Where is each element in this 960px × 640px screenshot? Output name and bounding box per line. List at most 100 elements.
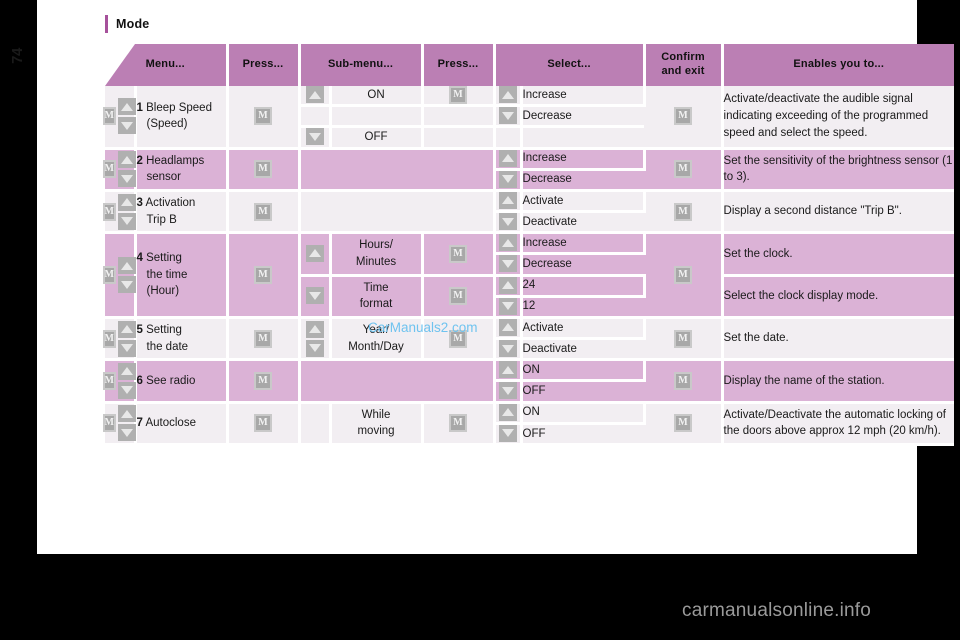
- press-button-row-1[interactable]: M: [227, 86, 301, 150]
- press-button-row-5[interactable]: M: [227, 317, 301, 362]
- arrow-up-icon[interactable]: [117, 193, 136, 211]
- select-arrow-row-1-increase[interactable]: [494, 86, 523, 108]
- press-button-row-6[interactable]: M: [227, 359, 301, 404]
- m-button-icon[interactable]: M: [102, 329, 116, 348]
- confirm-button-row-2[interactable]: M: [644, 148, 724, 192]
- arrow-down-icon[interactable]: [498, 107, 517, 125]
- submenu-arrows-row-5[interactable]: [299, 317, 332, 362]
- arrow-up-icon[interactable]: [498, 403, 517, 421]
- press-button-row-7-sub[interactable]: M: [422, 402, 496, 446]
- select-arrow-row-4-increase[interactable]: [494, 232, 523, 256]
- confirm-button-row-4[interactable]: M: [644, 232, 724, 319]
- m-button-icon[interactable]: M: [449, 86, 468, 105]
- arrow-down-icon[interactable]: [305, 287, 324, 305]
- m-button-icon[interactable]: M: [102, 266, 116, 285]
- confirm-button-row-3[interactable]: M: [644, 190, 724, 235]
- menu-control-row-5[interactable]: M: [102, 317, 137, 362]
- arrow-up-icon[interactable]: [498, 361, 517, 379]
- menu-control-row-2[interactable]: M: [102, 148, 137, 192]
- updown-arrows-icon[interactable]: [117, 257, 136, 294]
- confirm-button-row-5[interactable]: M: [644, 317, 724, 362]
- updown-arrows-icon[interactable]: [117, 151, 136, 188]
- updown-arrows-icon[interactable]: [117, 362, 136, 399]
- m-button-icon[interactable]: M: [449, 287, 468, 306]
- select-arrow-row-3-activate[interactable]: [494, 190, 523, 214]
- arrow-up-icon[interactable]: [498, 318, 517, 336]
- select-arrow-row-5-activate[interactable]: [494, 317, 523, 341]
- arrow-up-icon[interactable]: [305, 320, 324, 338]
- m-button-icon[interactable]: M: [254, 160, 273, 179]
- m-button-icon[interactable]: M: [674, 160, 693, 179]
- confirm-button-row-6[interactable]: M: [644, 359, 724, 404]
- arrow-down-icon[interactable]: [117, 276, 136, 294]
- arrow-down-icon[interactable]: [498, 297, 517, 315]
- arrow-up-icon[interactable]: [117, 98, 136, 116]
- menu-control-row-6[interactable]: M: [102, 359, 137, 404]
- arrow-down-icon[interactable]: [117, 170, 136, 188]
- select-arrow-row-7-on[interactable]: [494, 402, 523, 425]
- m-button-icon[interactable]: M: [449, 414, 468, 433]
- select-arrow-row-2-decrease[interactable]: [494, 169, 523, 192]
- arrow-up-icon[interactable]: [498, 86, 517, 103]
- arrow-down-icon[interactable]: [498, 255, 517, 273]
- select-arrow-row-7-off[interactable]: [494, 423, 523, 446]
- menu-control-row-4[interactable]: M: [102, 232, 137, 319]
- arrow-up-icon[interactable]: [498, 191, 517, 209]
- m-button-icon[interactable]: M: [254, 329, 273, 348]
- updown-arrows-icon[interactable]: [117, 405, 136, 442]
- press-button-row-4-hours[interactable]: M: [422, 232, 496, 277]
- m-button-icon[interactable]: M: [102, 160, 116, 179]
- arrow-up-icon[interactable]: [117, 320, 136, 338]
- press-button-row-5-sub[interactable]: M: [422, 317, 496, 362]
- confirm-button-row-1[interactable]: M: [644, 86, 724, 150]
- updown-arrows-icon[interactable]: [117, 320, 136, 357]
- m-button-icon[interactable]: M: [674, 266, 693, 285]
- menu-control-row-1[interactable]: M: [102, 86, 137, 150]
- arrow-up-icon[interactable]: [117, 362, 136, 380]
- arrow-up-icon[interactable]: [117, 257, 136, 275]
- press-button-row-3[interactable]: M: [227, 190, 301, 235]
- press-button-row-2[interactable]: M: [227, 148, 301, 192]
- m-button-icon[interactable]: M: [254, 202, 273, 221]
- updown-arrows-icon[interactable]: [305, 320, 324, 357]
- select-arrow-row-4-decrease[interactable]: [494, 253, 523, 277]
- arrow-up-icon[interactable]: [498, 234, 517, 252]
- m-button-icon[interactable]: M: [102, 202, 116, 221]
- select-arrow-row-6-on[interactable]: [494, 359, 523, 383]
- arrow-up-icon[interactable]: [305, 86, 324, 103]
- press-button-row-1-on[interactable]: M: [422, 86, 496, 108]
- m-button-icon[interactable]: M: [449, 244, 468, 263]
- m-button-icon[interactable]: M: [102, 414, 116, 433]
- arrow-down-icon[interactable]: [117, 212, 136, 230]
- updown-arrows-icon[interactable]: [117, 193, 136, 230]
- select-arrow-row-4-12[interactable]: [494, 296, 523, 319]
- confirm-button-row-7[interactable]: M: [644, 402, 724, 446]
- arrow-down-icon[interactable]: [117, 117, 136, 135]
- submenu-arrow-row-1-on[interactable]: [299, 86, 332, 108]
- arrow-down-icon[interactable]: [498, 424, 517, 442]
- m-button-icon[interactable]: M: [254, 414, 273, 433]
- arrow-down-icon[interactable]: [305, 128, 324, 146]
- arrow-up-icon[interactable]: [117, 151, 136, 169]
- press-button-row-4[interactable]: M: [227, 232, 301, 319]
- menu-control-row-3[interactable]: M: [102, 190, 137, 235]
- m-button-icon[interactable]: M: [102, 371, 116, 390]
- submenu-arrow-row-4-hours[interactable]: [299, 232, 332, 277]
- arrow-down-icon[interactable]: [498, 382, 517, 400]
- select-arrow-row-1-decrease[interactable]: [494, 105, 523, 129]
- submenu-arrow-row-4-format[interactable]: [299, 275, 332, 319]
- m-button-icon[interactable]: M: [102, 107, 116, 126]
- press-button-row-4-format[interactable]: M: [422, 275, 496, 319]
- select-arrow-row-3-deactivate[interactable]: [494, 211, 523, 235]
- m-button-icon[interactable]: M: [674, 414, 693, 433]
- select-arrow-row-2-increase[interactable]: [494, 148, 523, 171]
- arrow-up-icon[interactable]: [305, 244, 324, 262]
- arrow-down-icon[interactable]: [117, 339, 136, 357]
- arrow-down-icon[interactable]: [117, 381, 136, 399]
- m-button-icon[interactable]: M: [674, 107, 693, 126]
- arrow-up-icon[interactable]: [498, 149, 517, 167]
- m-button-icon[interactable]: M: [254, 266, 273, 285]
- submenu-arrow-row-1-off[interactable]: [299, 126, 332, 150]
- arrow-up-icon[interactable]: [498, 276, 517, 294]
- m-button-icon[interactable]: M: [449, 329, 468, 348]
